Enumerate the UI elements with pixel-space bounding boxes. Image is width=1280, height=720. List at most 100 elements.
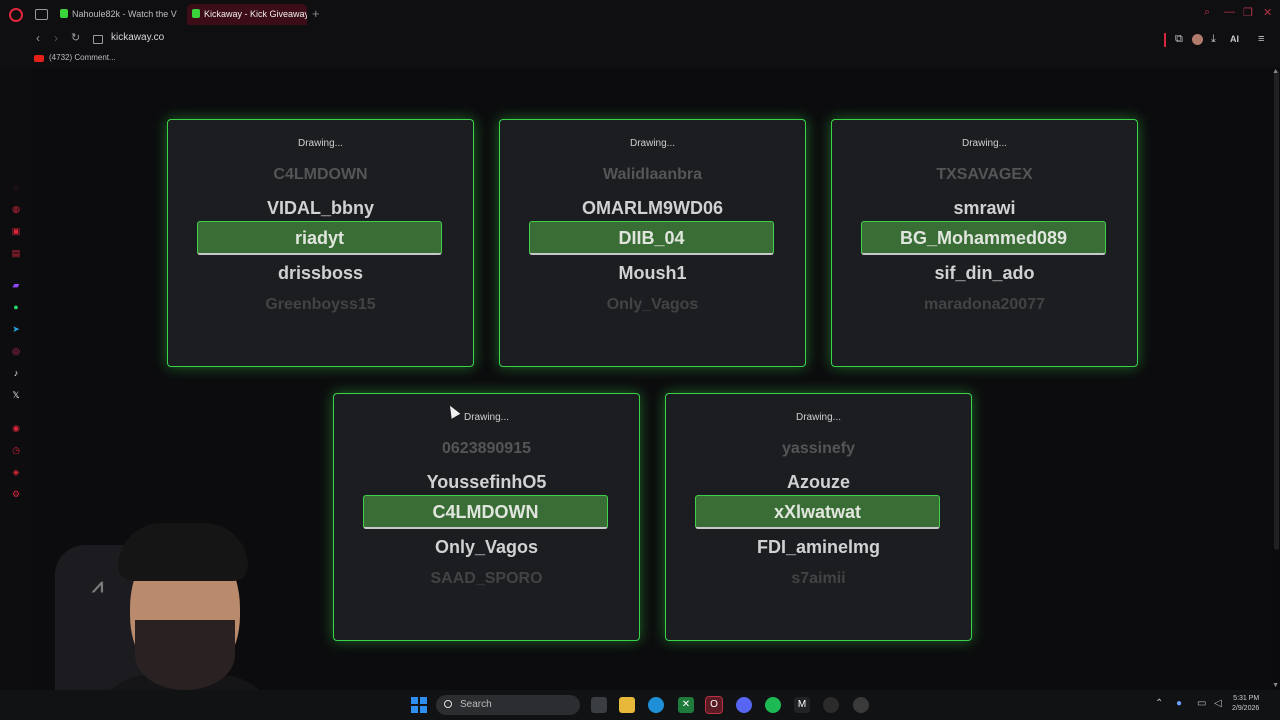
tab-switcher-icon[interactable] <box>35 9 48 20</box>
entry-near-bottom: sif_din_ado <box>934 263 1035 283</box>
opera-logo-icon[interactable] <box>9 8 23 22</box>
entry-far-bottom: SAAD_SPORO <box>430 570 543 587</box>
draw-status: Drawing... <box>297 138 343 149</box>
selected-entry: BG_Mohammed089 <box>861 221 1106 255</box>
steam-icon[interactable] <box>823 697 839 713</box>
entry-far-top: TXSAVAGEX <box>936 166 1033 183</box>
windows-start-icon[interactable] <box>411 697 427 713</box>
tray-overflow-icon[interactable]: ⌃ <box>1155 698 1163 709</box>
twitch-icon[interactable]: ▰ <box>11 280 21 290</box>
scroll-up-icon[interactable]: ▲ <box>1272 68 1279 75</box>
selected-entry: riadyt <box>197 221 442 255</box>
draw-status: Drawing... <box>629 138 675 149</box>
tab-nahoule[interactable]: Nahoule82k - Watch the V <box>55 4 179 25</box>
ai-button[interactable]: AI <box>1230 34 1239 44</box>
history-icon[interactable]: ◷ <box>11 445 21 455</box>
entry-near-bottom: FDI_aminelmg <box>756 537 881 557</box>
profile-avatar-icon[interactable] <box>1192 34 1203 45</box>
obs-icon[interactable] <box>853 697 869 713</box>
microphone-icon[interactable]: ● <box>1176 698 1182 709</box>
streamer-hair <box>118 523 248 581</box>
chair-logo-icon: ⩘ <box>92 575 104 597</box>
entry-far-top: Walidlaanbra <box>603 166 702 183</box>
entry-near-top: OMARLM9WD06 <box>581 198 723 218</box>
x-icon[interactable]: 𝕏 <box>11 390 21 400</box>
entry-near-top: VIDAL_bbny <box>266 198 374 218</box>
entry-far-top: C4LMDOWN <box>273 166 368 183</box>
task-view-icon[interactable] <box>591 697 607 713</box>
clock-time: 5:31 PM <box>1233 695 1260 702</box>
xbox-icon[interactable]: ✕ <box>678 697 694 713</box>
entry-near-top: YoussefinhO5 <box>426 472 547 492</box>
bookmark-item[interactable]: (4732) Comment... <box>49 53 116 62</box>
draw-card-5: Drawing... yassinefy Azouze xXlwatwat FD… <box>665 393 972 641</box>
search-placeholder: Search <box>460 699 492 710</box>
close-icon[interactable]: ✕ <box>1263 6 1272 19</box>
new-tab-button[interactable]: + <box>312 6 320 21</box>
network-icon[interactable]: ▭ <box>1197 698 1206 709</box>
minimize-icon[interactable]: — <box>1224 6 1235 18</box>
download-icon[interactable]: ⤓ <box>1211 33 1216 46</box>
spotify-icon[interactable] <box>765 697 781 713</box>
tab-label: Nahoule82k - Watch the V <box>72 9 177 19</box>
address-bar: ‹ › ↻ kickaway.co ⧉ ⤓ AI ≡ <box>0 29 1280 51</box>
scrollbar[interactable] <box>1274 70 1279 550</box>
url-field[interactable]: kickaway.co <box>111 32 164 43</box>
taskbar-clock[interactable]: 5:31 PM 2/9/2026 <box>1232 694 1259 714</box>
lock-icon <box>93 35 103 44</box>
discord-icon[interactable] <box>736 697 752 713</box>
entry-far-bottom: s7aimii <box>791 570 846 587</box>
search-icon <box>444 700 452 708</box>
entry-far-top: yassinefy <box>782 440 855 457</box>
volume-icon[interactable]: ◁ <box>1214 698 1222 709</box>
edge-icon[interactable] <box>648 697 664 713</box>
opera-taskbar-icon[interactable]: O <box>705 696 723 714</box>
entry-far-top: 0623890915 <box>442 440 531 457</box>
menu-icon[interactable]: ≡ <box>1258 33 1264 45</box>
sidebar-indicator <box>1164 33 1166 47</box>
whatsapp-icon[interactable]: ● <box>11 302 21 312</box>
selected-entry: xXlwatwat <box>695 495 940 529</box>
reload-icon[interactable]: ↻ <box>71 31 80 44</box>
workspace-icon[interactable]: ◍ <box>11 204 21 214</box>
draw-status: Drawing... <box>961 138 1007 149</box>
messenger-icon[interactable]: ▤ <box>11 248 21 258</box>
taskbar-search[interactable]: Search <box>436 695 580 715</box>
draw-card-2: Drawing... Walidlaanbra OMARLM9WD06 DIIB… <box>499 119 806 367</box>
file-explorer-icon[interactable] <box>619 697 635 713</box>
telegram-icon[interactable]: ➤ <box>11 324 21 334</box>
search-tabs-icon[interactable]: ⌕ <box>1204 6 1210 19</box>
draw-status: Drawing... <box>795 412 841 423</box>
maximize-icon[interactable]: ❐ <box>1243 6 1253 19</box>
entry-far-bottom: Only_Vagos <box>606 296 699 313</box>
tab-kickaway[interactable]: Kickaway - Kick Giveaway <box>187 4 307 25</box>
tab-bar: Nahoule82k - Watch the V Kickaway - Kick… <box>0 0 1280 29</box>
player-icon[interactable]: ◉ <box>11 423 21 433</box>
entry-near-top: smrawi <box>953 198 1016 218</box>
draw-card-3: Drawing... TXSAVAGEX smrawi BG_Mohammed0… <box>831 119 1138 367</box>
entry-near-top: Azouze <box>787 472 850 492</box>
streamer-beard <box>135 620 235 690</box>
draw-status: Drawing... <box>463 412 509 423</box>
selected-entry: C4LMDOWN <box>363 495 608 529</box>
extensions-icon[interactable]: ⧉ <box>1175 33 1183 46</box>
pinboard-icon[interactable]: ◈ <box>11 467 21 477</box>
tiktok-icon[interactable]: ♪ <box>11 368 21 378</box>
chat-icon[interactable]: ▣ <box>11 226 21 236</box>
selected-entry: DIIB_04 <box>529 221 774 255</box>
scroll-down-icon[interactable]: ▼ <box>1272 682 1279 689</box>
kick-favicon-icon <box>60 9 68 18</box>
bookmarks-bar: (4732) Comment... <box>0 51 1280 68</box>
entry-near-bottom: Moush1 <box>618 263 687 283</box>
kick-favicon-icon <box>192 9 200 18</box>
clock-date: 2/9/2026 <box>1232 705 1260 712</box>
settings-icon[interactable]: ⚙ <box>11 489 21 499</box>
taskbar: Search ✕ O M ⌃ ● ▭ ◁ 5:31 PM 2/9/2026 <box>0 690 1280 720</box>
instagram-icon[interactable]: ◎ <box>11 346 21 356</box>
youtube-icon <box>34 55 44 62</box>
aria-icon[interactable]: ◌ <box>11 182 21 192</box>
entry-far-bottom: maradona20077 <box>924 296 1045 313</box>
forward-icon[interactable]: › <box>54 31 58 45</box>
back-icon[interactable]: ‹ <box>36 31 40 45</box>
app-icon[interactable]: M <box>794 697 810 713</box>
